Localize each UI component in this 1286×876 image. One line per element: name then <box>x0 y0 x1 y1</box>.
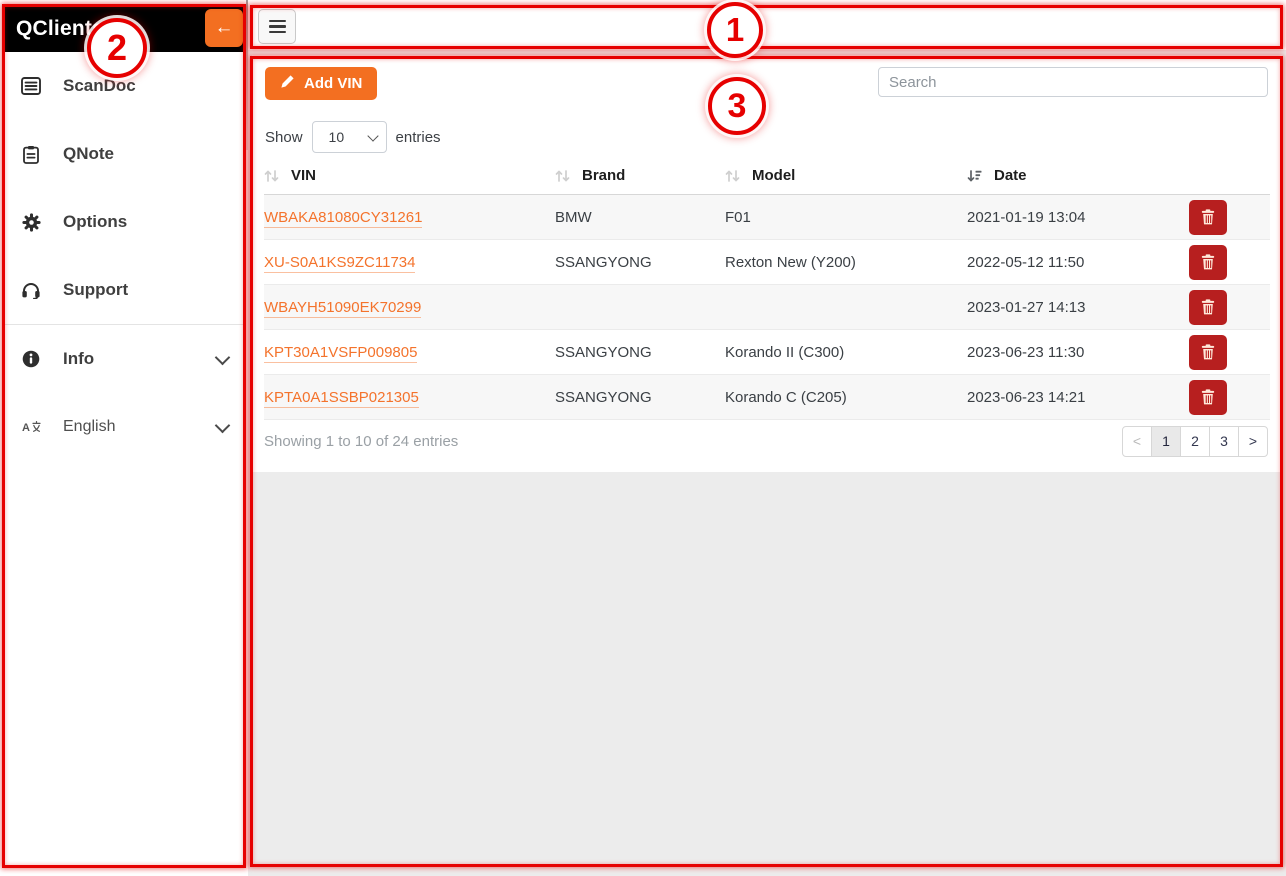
date-cell: 2023-01-27 14:13 <box>967 285 1145 330</box>
date-cell: 2023-06-23 14:21 <box>967 375 1145 420</box>
table-row: WBAYH51090EK70299 2023-01-27 14:13 <box>264 285 1270 330</box>
pagination: < 1 2 3 > <box>1122 426 1268 457</box>
sidebar-item-label: QNote <box>63 144 114 164</box>
brand-cell: SSANGYONG <box>555 240 725 285</box>
language-icon: A <box>20 420 42 434</box>
model-cell <box>725 285 967 330</box>
add-vin-label: Add VIN <box>304 75 362 92</box>
brand-cell: SSANGYONG <box>555 375 725 420</box>
chevron-down-icon <box>215 417 231 433</box>
sort-active-icon <box>967 169 982 183</box>
model-cell: Korando C (C205) <box>725 375 967 420</box>
table-row: KPT30A1VSFP009805 SSANGYONG Korando II (… <box>264 330 1270 375</box>
pagination-page-2[interactable]: 2 <box>1180 426 1210 457</box>
app-title: QClients <box>16 17 104 41</box>
table-row: WBAKA81080CY31261 BMW F01 2021-01-19 13:… <box>264 195 1270 240</box>
date-cell: 2023-06-23 11:30 <box>967 330 1145 375</box>
date-cell: 2021-01-19 13:04 <box>967 195 1145 240</box>
sidebar: QClients ← ScanDoc <box>0 0 248 876</box>
column-header-actions <box>1145 158 1270 195</box>
column-header-date[interactable]: Date <box>967 158 1145 195</box>
vin-link[interactable]: WBAKA81080CY31261 <box>264 209 422 228</box>
sidebar-item-support[interactable]: Support <box>2 256 246 324</box>
sidebar-header: QClients ← <box>2 5 246 52</box>
sort-icon <box>264 169 279 183</box>
table-footer: Showing 1 to 10 of 24 entries < 1 2 3 > <box>264 421 1268 461</box>
sidebar-item-info[interactable]: Info <box>2 325 246 393</box>
search-input[interactable] <box>878 67 1268 97</box>
brand-cell: BMW <box>555 195 725 240</box>
vin-table: VIN Brand <box>264 158 1270 420</box>
show-label: Show <box>265 129 303 146</box>
topbar <box>248 0 1286 50</box>
sidebar-nav: ScanDoc QNote <box>2 52 246 461</box>
sidebar-item-options[interactable]: Options <box>2 188 246 256</box>
date-cell: 2022-05-12 11:50 <box>967 240 1145 285</box>
sidebar-item-label: Options <box>63 212 127 232</box>
trash-icon <box>1201 389 1215 405</box>
delete-button[interactable] <box>1189 335 1227 370</box>
vin-link[interactable]: XU-S0A1KS9ZC11734 <box>264 254 415 273</box>
pagination-page-1[interactable]: 1 <box>1151 426 1181 457</box>
showing-info: Showing 1 to 10 of 24 entries <box>264 433 458 450</box>
sidebar-item-scandoc[interactable]: ScanDoc <box>2 52 246 120</box>
delete-button[interactable] <box>1189 380 1227 415</box>
sort-icon <box>725 169 740 183</box>
chevron-down-icon <box>215 349 231 365</box>
page-length-select[interactable]: 10 <box>312 121 387 153</box>
column-header-vin[interactable]: VIN <box>264 158 555 195</box>
vin-link[interactable]: WBAYH51090EK70299 <box>264 299 421 318</box>
entries-label: entries <box>396 129 441 146</box>
table-row: XU-S0A1KS9ZC11734 SSANGYONG Rexton New (… <box>264 240 1270 285</box>
trash-icon <box>1201 209 1215 225</box>
brand-cell <box>555 285 725 330</box>
clipboard-icon <box>20 145 42 164</box>
table-row: KPTA0A1SSBP021305 SSANGYONG Korando C (C… <box>264 375 1270 420</box>
trash-icon <box>1201 344 1215 360</box>
column-header-model[interactable]: Date Model <box>725 158 967 195</box>
svg-text:A: A <box>22 422 30 434</box>
column-header-brand[interactable]: Brand <box>555 158 725 195</box>
brand-cell: SSANGYONG <box>555 330 725 375</box>
vin-link[interactable]: KPTA0A1SSBP021305 <box>264 389 419 408</box>
pagination-page-3[interactable]: 3 <box>1209 426 1239 457</box>
arrow-left-icon: ← <box>215 17 234 39</box>
model-cell: Rexton New (Y200) <box>725 240 967 285</box>
table-header-row: VIN Brand <box>264 158 1270 195</box>
page-length-control: Show 10 entries <box>265 121 441 153</box>
delete-button[interactable] <box>1189 200 1227 235</box>
sidebar-item-label: English <box>63 418 115 436</box>
headset-icon <box>20 281 42 299</box>
hamburger-menu-button[interactable] <box>258 9 296 44</box>
info-icon <box>20 350 42 368</box>
pagination-next-button[interactable]: > <box>1238 426 1268 457</box>
model-cell: F01 <box>725 195 967 240</box>
vin-list-card: Add VIN Show 10 entries <box>252 55 1282 472</box>
main-area: Add VIN Show 10 entries <box>248 0 1286 876</box>
scan-doc-icon <box>20 77 42 95</box>
add-vin-button[interactable]: Add VIN <box>265 67 377 100</box>
sidebar-collapse-button[interactable]: ← <box>205 9 243 47</box>
trash-icon <box>1201 254 1215 270</box>
gear-icon <box>20 213 42 232</box>
trash-icon <box>1201 299 1215 315</box>
hamburger-icon <box>269 20 286 22</box>
delete-button[interactable] <box>1189 290 1227 325</box>
model-cell: Korando II (C300) <box>725 330 967 375</box>
pencil-icon <box>280 74 295 93</box>
sidebar-item-label: Support <box>63 280 128 300</box>
sidebar-item-qnote[interactable]: QNote <box>2 120 246 188</box>
delete-button[interactable] <box>1189 245 1227 280</box>
vin-link[interactable]: KPT30A1VSFP009805 <box>264 344 417 363</box>
sidebar-item-language[interactable]: A English <box>2 393 246 461</box>
sort-icon <box>555 169 570 183</box>
page-length-select-wrap: 10 <box>312 121 387 153</box>
sidebar-item-label: Info <box>63 349 94 369</box>
pagination-prev-button[interactable]: < <box>1122 426 1152 457</box>
sidebar-item-label: ScanDoc <box>63 76 136 96</box>
